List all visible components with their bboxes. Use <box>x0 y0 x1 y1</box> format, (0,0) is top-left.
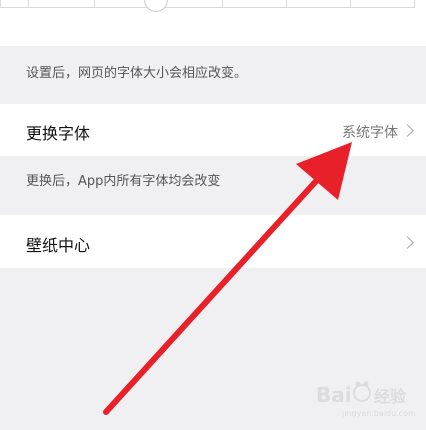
arrow-shaft <box>103 165 331 415</box>
watermark-brand-tail: 经验 <box>374 387 407 406</box>
annotation-arrow <box>103 142 352 415</box>
watermark-brand: Bai <box>316 383 352 407</box>
watermark-domain: jingyan.baidu.com <box>341 409 416 418</box>
paw-icon <box>353 384 371 402</box>
baidu-jingyan-watermark: Bai 经验 jingyan.baidu.com <box>316 381 416 418</box>
